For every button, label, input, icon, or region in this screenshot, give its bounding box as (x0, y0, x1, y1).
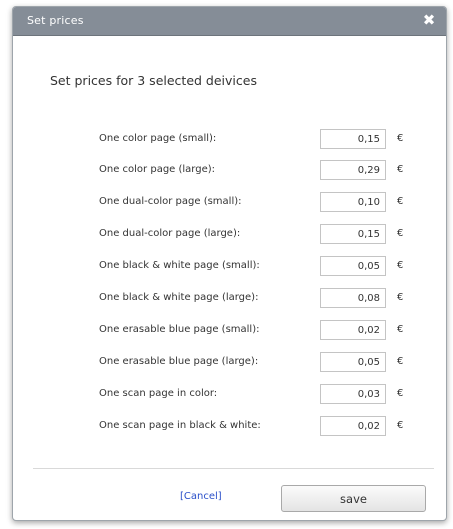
price-label: One erasable blue page (large): (99, 356, 259, 367)
currency-symbol: € (397, 133, 404, 144)
price-input-erasable-large[interactable] (320, 352, 386, 372)
price-label: One scan page in color: (99, 388, 218, 399)
price-row-dual-color-small: One dual-color page (small): € (13, 192, 446, 214)
currency-symbol: € (397, 292, 404, 303)
currency-symbol: € (397, 228, 404, 239)
set-prices-dialog: Set prices ✖ Set prices for 3 selected d… (12, 6, 447, 521)
price-row-erasable-large: One erasable blue page (large): € (13, 352, 446, 374)
currency-symbol: € (397, 356, 404, 367)
price-input-dual-color-large[interactable] (320, 224, 386, 244)
dialog-titlebar: Set prices ✖ (13, 7, 446, 36)
price-input-erasable-small[interactable] (320, 320, 386, 340)
price-input-bw-large[interactable] (320, 288, 386, 308)
price-label: One erasable blue page (small): (99, 324, 260, 335)
currency-symbol: € (397, 260, 404, 271)
price-label: One color page (large): (99, 164, 216, 175)
price-row-color-small: One color page (small): € (13, 129, 446, 151)
dialog-heading: Set prices for 3 selected deivices (50, 73, 257, 88)
currency-symbol: € (397, 164, 404, 175)
price-label: One dual-color page (small): (99, 196, 242, 207)
price-input-color-large[interactable] (320, 160, 386, 180)
price-row-erasable-small: One erasable blue page (small): € (13, 320, 446, 342)
price-label: One color page (small): (99, 133, 217, 144)
price-input-color-small[interactable] (320, 129, 386, 149)
close-icon[interactable]: ✖ (421, 12, 437, 28)
currency-symbol: € (397, 324, 404, 335)
price-row-bw-large: One black & white page (large): € (13, 288, 446, 310)
price-row-dual-color-large: One dual-color page (large): € (13, 224, 446, 246)
price-row-color-large: One color page (large): € (13, 160, 446, 182)
price-row-scan-color: One scan page in color: € (13, 384, 446, 406)
currency-symbol: € (397, 388, 404, 399)
price-label: One scan page in black & white: (99, 420, 261, 431)
footer-divider (33, 468, 434, 469)
cancel-link[interactable]: [Cancel] (180, 491, 222, 502)
price-input-dual-color-small[interactable] (320, 192, 386, 212)
currency-symbol: € (397, 420, 404, 431)
price-input-bw-small[interactable] (320, 256, 386, 276)
price-input-scan-bw[interactable] (320, 416, 386, 436)
price-input-scan-color[interactable] (320, 384, 386, 404)
price-row-scan-bw: One scan page in black & white: € (13, 416, 446, 438)
price-label: One dual-color page (large): (99, 228, 241, 239)
save-button[interactable]: save (281, 485, 426, 512)
price-label: One black & white page (small): (99, 260, 260, 271)
price-label: One black & white page (large): (99, 292, 259, 303)
price-row-bw-small: One black & white page (small): € (13, 256, 446, 278)
dialog-title: Set prices (27, 14, 84, 27)
currency-symbol: € (397, 196, 404, 207)
